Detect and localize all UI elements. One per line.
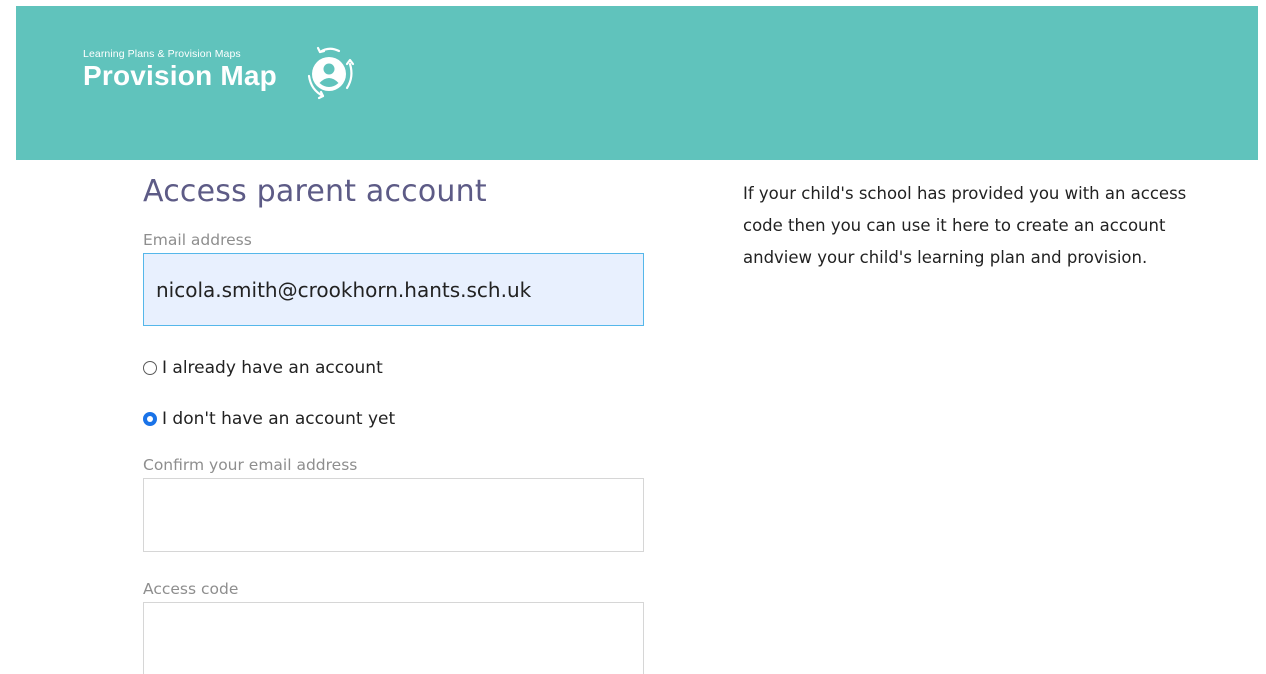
radio-label: I already have an account [162,358,383,378]
radio-button-unchecked[interactable] [143,361,157,375]
email-label: Email address [143,231,252,249]
access-code-label: Access code [143,580,239,598]
site-header: Learning Plans & Provision Maps Provisio… [16,6,1258,160]
access-code-input[interactable] [143,602,644,674]
info-line: code then you can use it here to create … [743,216,1166,235]
logo-title: Provision Map [83,60,277,91]
radio-button-checked[interactable] [143,412,157,426]
confirm-email-label: Confirm your email address [143,456,358,474]
radio-label: I don't have an account yet [162,409,396,429]
info-line: If your child's school has provided you … [743,184,1187,203]
logo-tagline: Learning Plans & Provision Maps [83,48,241,60]
access-code-info: If your child's school has provided you … [743,178,1243,274]
person-cycle-icon [307,46,355,100]
page: Learning Plans & Provision Maps Provisio… [0,0,1266,674]
provision-map-logo[interactable]: Learning Plans & Provision Maps Provisio… [83,40,373,110]
info-line: andview your child's learning plan and p… [743,248,1148,267]
page-title: Access parent account [143,174,487,209]
radio-already-have-account[interactable]: I already have an account [143,357,383,379]
radio-no-account-yet[interactable]: I don't have an account yet [143,408,395,430]
confirm-email-input[interactable] [143,478,644,552]
email-input[interactable] [143,253,644,326]
